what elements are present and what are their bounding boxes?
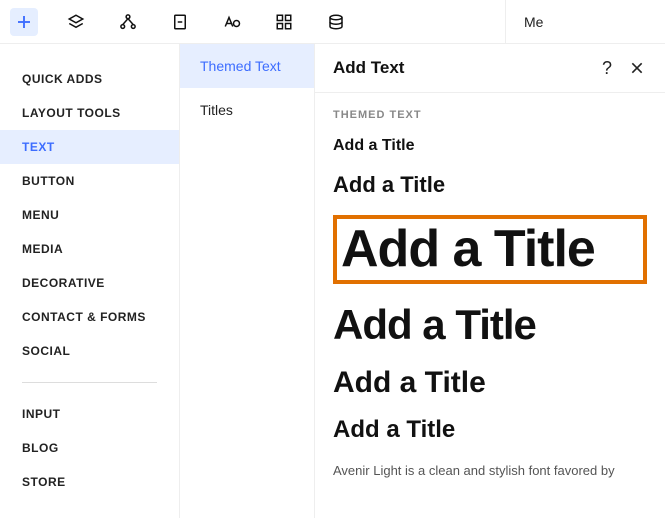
layers-icon[interactable] (62, 8, 90, 36)
content-body[interactable]: THEMED TEXT Add a Title Add a Title Add … (315, 93, 665, 518)
sidebar-item-quick-adds[interactable]: QUICK ADDS (0, 62, 179, 96)
topbar-icons (0, 8, 360, 36)
body-text-sample[interactable]: Avenir Light is a clean and stylish font… (333, 462, 647, 480)
content-header: Add Text ? (315, 44, 665, 93)
title-sample-3-highlight: Add a Title (333, 215, 647, 284)
title-sample-3[interactable]: Add a Title (341, 221, 639, 278)
data-icon[interactable] (322, 8, 350, 36)
close-icon[interactable] (627, 58, 647, 78)
subpanel: Themed Text Titles (180, 44, 315, 518)
user-menu[interactable]: Me (505, 0, 665, 44)
title-sample-6[interactable]: Add a Title (333, 417, 647, 443)
title-sample-2[interactable]: Add a Title (333, 173, 647, 197)
sidebar-item-text[interactable]: TEXT (0, 130, 179, 164)
sidebar-divider (22, 382, 157, 383)
subpanel-titles[interactable]: Titles (180, 88, 314, 132)
subpanel-themed-text[interactable]: Themed Text (180, 44, 314, 88)
section-label: THEMED TEXT (333, 109, 647, 121)
typography-icon[interactable] (218, 8, 246, 36)
sidebar: QUICK ADDS LAYOUT TOOLS TEXT BUTTON MENU… (0, 44, 180, 518)
page-icon[interactable] (166, 8, 194, 36)
sidebar-item-social[interactable]: SOCIAL (0, 334, 179, 368)
sidebar-item-blog[interactable]: BLOG (0, 431, 179, 465)
topbar: Me (0, 0, 665, 44)
sidebar-item-contact-forms[interactable]: CONTACT & FORMS (0, 300, 179, 334)
sidebar-item-decorative[interactable]: DECORATIVE (0, 266, 179, 300)
title-sample-5[interactable]: Add a Title (333, 366, 647, 399)
title-sample-4[interactable]: Add a Title (333, 302, 647, 348)
grid-icon[interactable] (270, 8, 298, 36)
sidebar-item-layout-tools[interactable]: LAYOUT TOOLS (0, 96, 179, 130)
plus-icon[interactable] (10, 8, 38, 36)
content-panel: Add Text ? THEMED TEXT Add a Title Add a… (315, 44, 665, 518)
content-title: Add Text (333, 58, 587, 78)
sidebar-item-media[interactable]: MEDIA (0, 232, 179, 266)
sidebar-item-store[interactable]: STORE (0, 465, 179, 499)
sidebar-item-button[interactable]: BUTTON (0, 164, 179, 198)
sidebar-item-menu[interactable]: MENU (0, 198, 179, 232)
sidebar-item-input[interactable]: INPUT (0, 397, 179, 431)
nodes-icon[interactable] (114, 8, 142, 36)
title-sample-1[interactable]: Add a Title (333, 137, 647, 155)
help-icon[interactable]: ? (597, 58, 617, 78)
